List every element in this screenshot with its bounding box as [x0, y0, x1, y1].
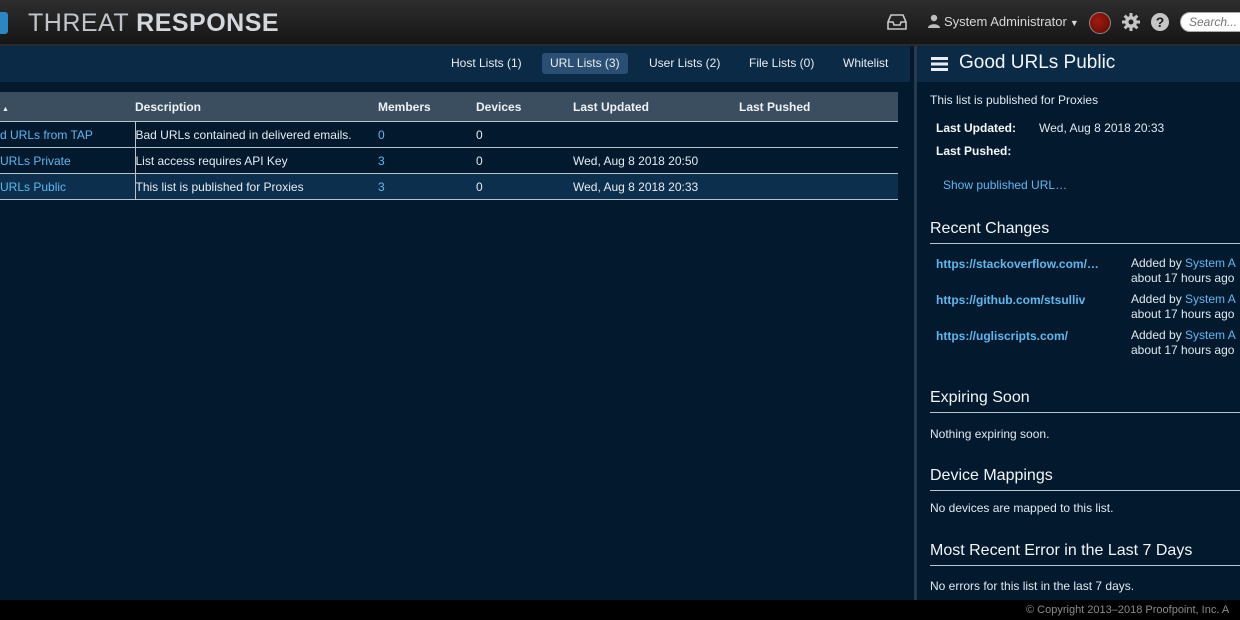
- column-header-name[interactable]: ▲: [0, 92, 135, 122]
- list-name-link[interactable]: d URLs from TAP: [0, 128, 93, 142]
- column-header-description[interactable]: Description: [135, 92, 378, 122]
- list-last-updated: Wed, Aug 8 2018 20:50: [573, 147, 739, 174]
- inbox-icon[interactable]: [886, 12, 908, 32]
- expiring-soon-heading: Expiring Soon: [930, 389, 1240, 413]
- change-author-link[interactable]: System A: [1185, 256, 1236, 270]
- copyright-text: © Copyright 2013–2018 Proofpoint, Inc. A: [1026, 604, 1230, 616]
- list-devices-count: 0: [476, 121, 573, 148]
- change-action: Added by: [1131, 256, 1186, 270]
- list-description: List access requires API Key: [135, 147, 378, 174]
- search-input[interactable]: [1180, 12, 1240, 32]
- help-icon[interactable]: ?: [1151, 13, 1169, 31]
- change-author-link[interactable]: System A: [1185, 328, 1236, 342]
- main-content: Host Lists (1) URL Lists (3) User Lists …: [0, 46, 910, 600]
- list-name-link[interactable]: URLs Public: [0, 180, 66, 194]
- hamburger-menu-icon[interactable]: [931, 56, 948, 72]
- list-members-count[interactable]: 3: [378, 173, 476, 200]
- list-devices-count: 0: [476, 147, 573, 174]
- list-description: Bad URLs contained in delivered emails.: [135, 121, 378, 148]
- change-url-link[interactable]: https://ugliscripts.com/: [936, 329, 1068, 343]
- recent-error-heading: Most Recent Error in the Last 7 Days: [930, 542, 1240, 566]
- panel-header: Good URLs Public: [917, 46, 1240, 82]
- change-meta: Added by System A about 17 hours ago: [1131, 328, 1236, 358]
- tab-host-lists[interactable]: Host Lists (1): [443, 53, 530, 74]
- list-members-count[interactable]: 0: [378, 121, 476, 148]
- app-brand[interactable]: THREAT RESPONSE: [28, 9, 279, 38]
- url-lists-table: ▲ Description Members Devices Last Updat…: [0, 92, 898, 200]
- change-url-link[interactable]: https://github.com/stsulliv: [936, 293, 1085, 307]
- tab-file-lists[interactable]: File Lists (0): [741, 53, 822, 74]
- chevron-down-icon: ▼: [1069, 18, 1079, 28]
- show-published-url-link[interactable]: Show published URL…: [943, 178, 1067, 192]
- column-header-last-pushed[interactable]: Last Pushed: [739, 92, 898, 122]
- list-detail-panel: Good URLs Public This list is published …: [914, 46, 1240, 600]
- change-action: Added by: [1131, 292, 1186, 306]
- change-url-link[interactable]: https://stackoverflow.com/…: [936, 257, 1099, 271]
- list-type-tabs: Host Lists (1) URL Lists (3) User Lists …: [0, 46, 910, 82]
- list-name-link[interactable]: URLs Private: [0, 154, 71, 168]
- user-name: System Administrator: [944, 14, 1067, 29]
- recent-changes-heading: Recent Changes: [930, 220, 1240, 244]
- list-last-pushed: [739, 173, 898, 200]
- table-row-selected[interactable]: URLs Public This list is published for P…: [0, 173, 898, 200]
- user-icon: [928, 14, 940, 28]
- change-action: Added by: [1131, 328, 1186, 342]
- column-header-last-updated[interactable]: Last Updated: [573, 92, 739, 122]
- status-indicator[interactable]: [1089, 12, 1111, 34]
- gear-icon[interactable]: [1121, 12, 1141, 32]
- column-header-members[interactable]: Members: [378, 92, 476, 122]
- list-devices-count: 0: [476, 173, 573, 200]
- brand-bold-text: RESPONSE: [136, 9, 280, 37]
- sort-asc-icon: ▲: [2, 105, 9, 113]
- last-pushed-label: Last Pushed:: [936, 144, 1012, 158]
- list-members-count[interactable]: 3: [378, 147, 476, 174]
- table-row[interactable]: d URLs from TAP Bad URLs contained in de…: [0, 121, 898, 148]
- list-description: This list is published for Proxies: [135, 173, 378, 200]
- device-mappings-heading: Device Mappings: [930, 467, 1240, 491]
- list-last-pushed: [739, 147, 898, 174]
- device-mappings-text: No devices are mapped to this list.: [930, 501, 1114, 515]
- logo-icon[interactable]: [0, 12, 8, 34]
- last-updated-value: Wed, Aug 8 2018 20:33: [1039, 121, 1165, 135]
- change-time: about 17 hours ago: [1131, 271, 1235, 285]
- user-menu[interactable]: System Administrator ▼: [927, 14, 1079, 29]
- panel-title: Good URLs Public: [959, 52, 1116, 73]
- footer: © Copyright 2013–2018 Proofpoint, Inc. A: [0, 600, 1240, 620]
- list-last-updated: [573, 121, 739, 148]
- change-time: about 17 hours ago: [1131, 343, 1235, 357]
- change-meta: Added by System A about 17 hours ago: [1131, 256, 1236, 286]
- list-last-updated: Wed, Aug 8 2018 20:33: [573, 173, 739, 200]
- expiring-soon-text: Nothing expiring soon.: [930, 427, 1050, 441]
- list-description-text: This list is published for Proxies: [930, 93, 1099, 107]
- tab-url-lists[interactable]: URL Lists (3): [542, 53, 628, 74]
- table-row[interactable]: URLs Private List access requires API Ke…: [0, 147, 898, 174]
- list-last-pushed: [739, 121, 898, 148]
- brand-light-text: THREAT: [28, 9, 137, 37]
- table-header-row: ▲ Description Members Devices Last Updat…: [0, 92, 898, 122]
- change-meta: Added by System A about 17 hours ago: [1131, 292, 1236, 322]
- change-time: about 17 hours ago: [1131, 307, 1235, 321]
- change-author-link[interactable]: System A: [1185, 292, 1236, 306]
- tab-user-lists[interactable]: User Lists (2): [641, 53, 728, 74]
- tab-whitelist[interactable]: Whitelist: [835, 53, 896, 74]
- column-header-devices[interactable]: Devices: [476, 92, 573, 122]
- last-updated-label: Last Updated:: [936, 121, 1017, 135]
- top-bar: THREAT RESPONSE System Administrator ▼ ?: [0, 0, 1240, 46]
- recent-error-text: No errors for this list in the last 7 da…: [930, 579, 1135, 593]
